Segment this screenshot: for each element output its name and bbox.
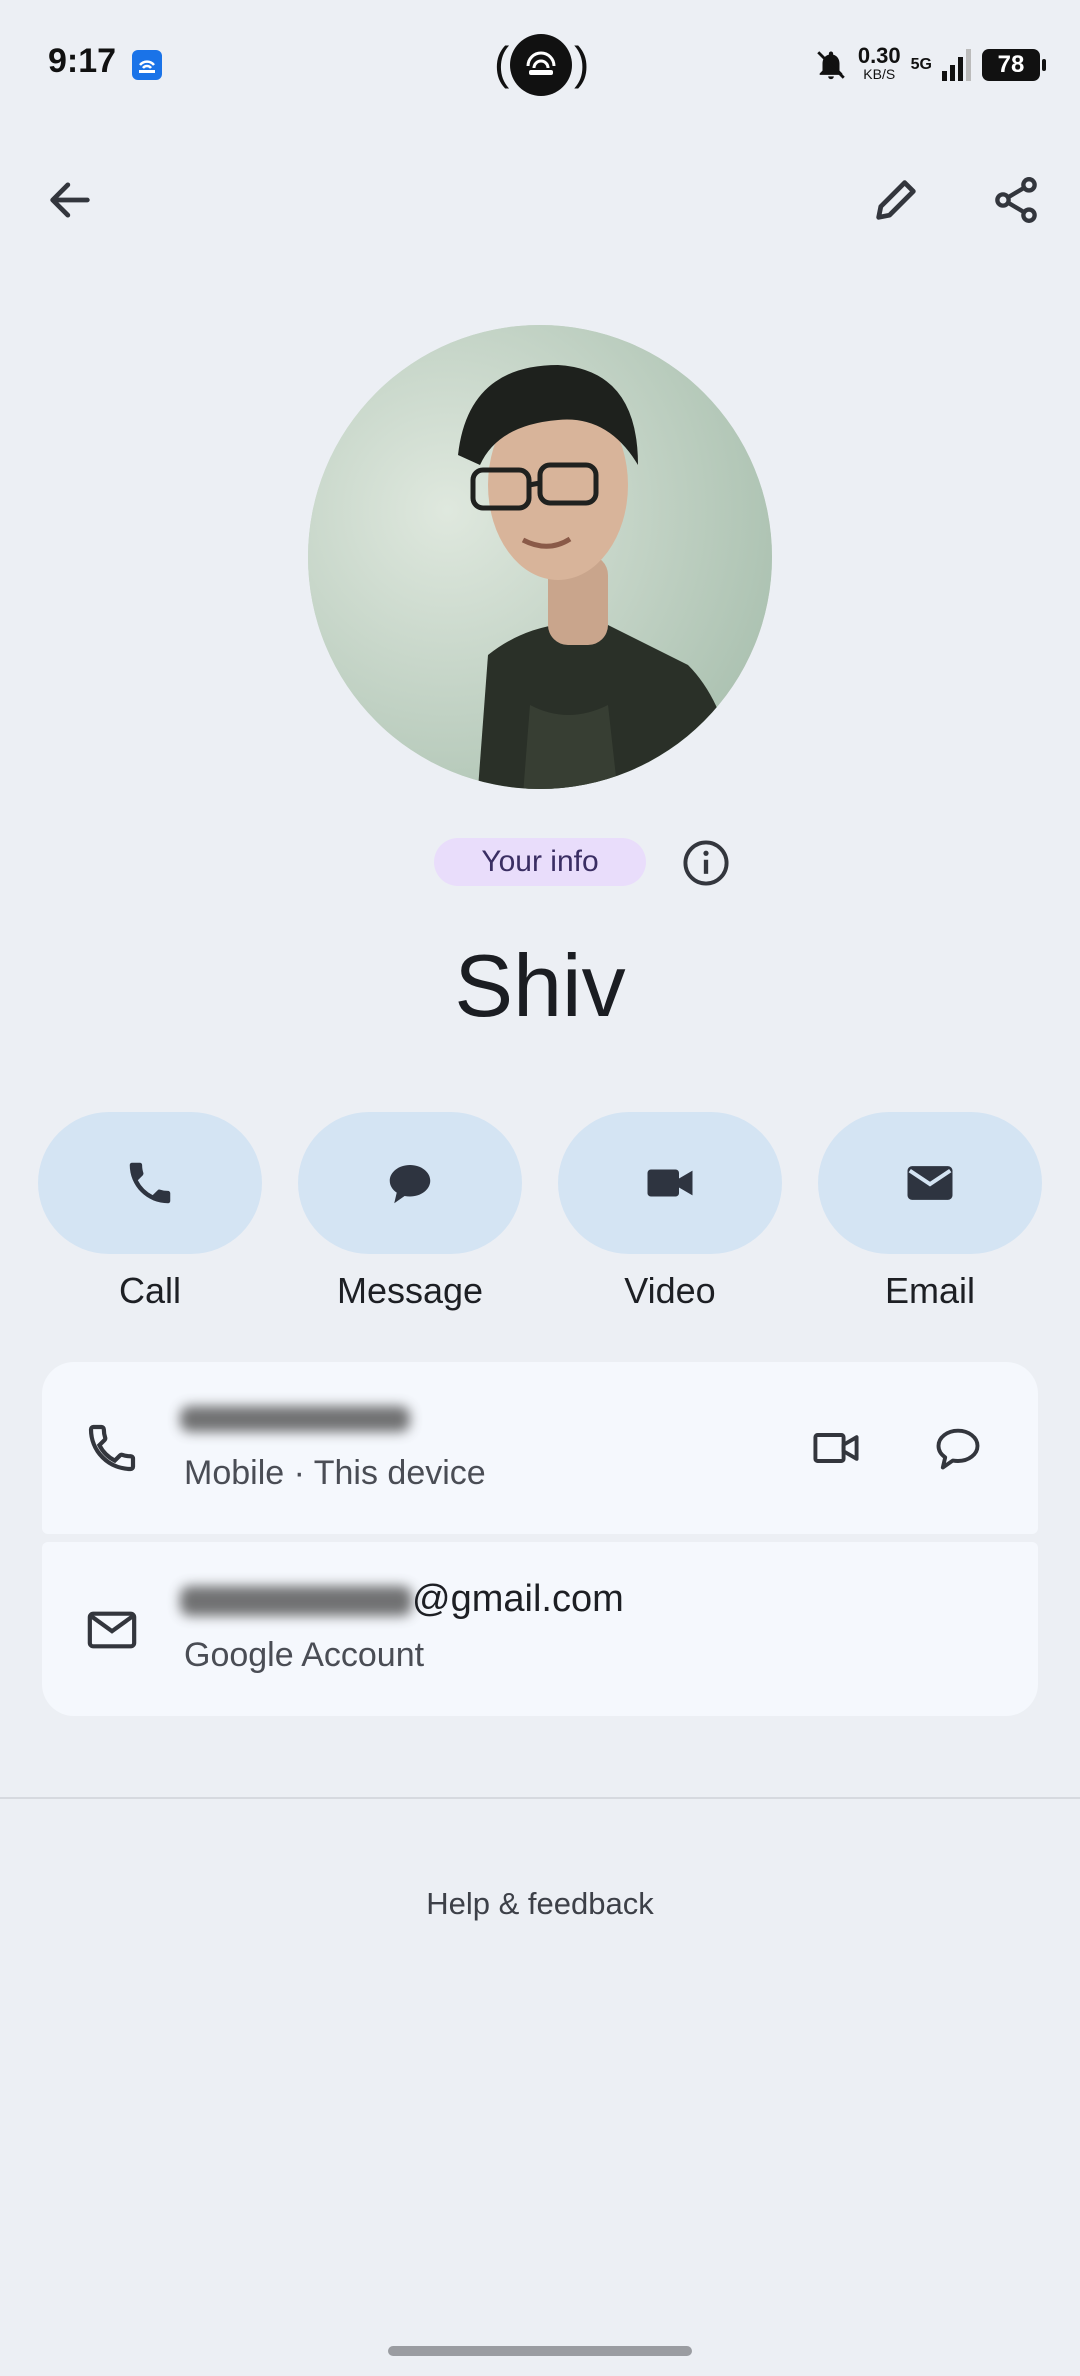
mute-bell-icon [817, 51, 845, 80]
email-local-redacted [180, 1586, 412, 1616]
email-label: Email [884, 1270, 976, 1311]
edit-button[interactable] [856, 160, 936, 240]
status-right: 0.30 KB/S 5G 78 [814, 40, 1046, 90]
battery-icon: 78 [982, 49, 1046, 81]
phone-video-button[interactable] [796, 1408, 876, 1488]
info-icon [683, 840, 729, 886]
email-button[interactable] [818, 1112, 1042, 1254]
email-outline-icon [87, 1611, 137, 1649]
message-outline-icon [936, 1428, 980, 1470]
contact-name: Shiv [454, 936, 626, 1035]
message-button[interactable] [298, 1112, 522, 1254]
email-type: Google Account [184, 1636, 425, 1674]
email-icon [907, 1166, 953, 1200]
video-outline-icon [813, 1433, 859, 1463]
status-time: 9:17 [48, 42, 117, 80]
email-row[interactable]: @gmail.com Google Account [42, 1542, 1038, 1716]
video-button[interactable] [558, 1112, 782, 1254]
email-domain: @gmail.com [412, 1578, 624, 1620]
contact-photo[interactable] [308, 325, 772, 789]
message-label: Message [336, 1270, 484, 1311]
video-icon [647, 1169, 693, 1197]
phone-icon [129, 1162, 171, 1204]
hotspot-app-icon [132, 50, 162, 80]
call-button[interactable] [38, 1112, 262, 1254]
back-button[interactable] [30, 160, 110, 240]
video-label: Video [624, 1270, 716, 1311]
pencil-icon [876, 180, 916, 220]
share-icon [995, 177, 1037, 223]
your-info-badge: Your info [434, 838, 646, 886]
info-button[interactable] [680, 837, 732, 889]
status-bar: 9:17 ( ) 0.30 KB/S 5G 78 [0, 0, 1080, 130]
phone-type: Mobile · This device [184, 1454, 486, 1492]
help-feedback-link[interactable]: Help & feedback [0, 1886, 1080, 1922]
network-type: 5G [910, 56, 932, 73]
phone-message-button[interactable] [918, 1408, 998, 1488]
share-button[interactable] [976, 160, 1056, 240]
signal-icon [942, 49, 971, 81]
phone-number-redacted [180, 1406, 410, 1432]
arrow-left-icon [50, 182, 90, 218]
message-icon [389, 1165, 431, 1204]
call-label: Call [118, 1270, 181, 1311]
hotspot-indicator-icon: ( ) [494, 34, 589, 96]
network-speed: 0.30 KB/S [857, 43, 901, 83]
phone-row[interactable]: Mobile · This device [42, 1362, 1038, 1534]
divider [0, 1797, 1080, 1799]
home-indicator[interactable] [388, 2346, 692, 2356]
phone-outline-icon [88, 1424, 136, 1472]
